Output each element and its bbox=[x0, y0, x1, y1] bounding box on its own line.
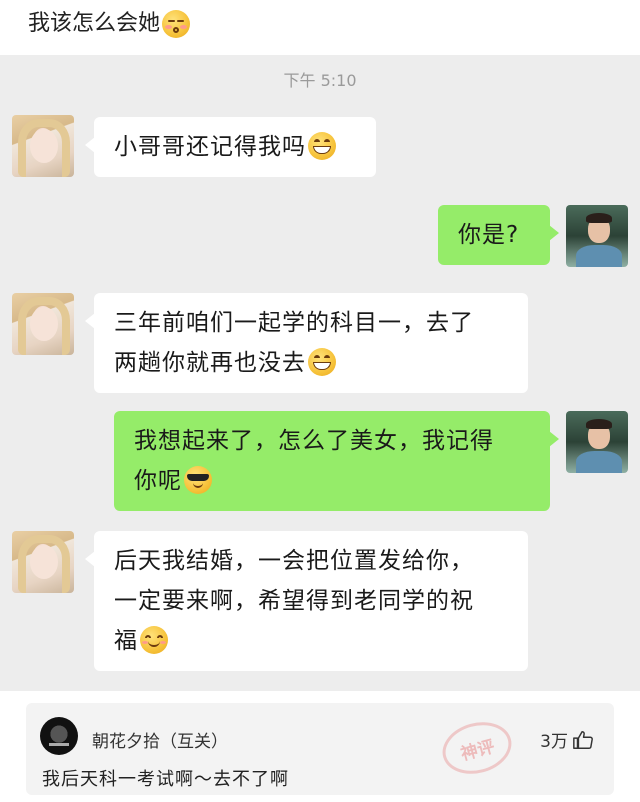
kissing-face-icon bbox=[162, 10, 191, 38]
message-text-line: 三年前咱们一起学的科目一，去了 bbox=[114, 310, 474, 336]
sunglasses-icon bbox=[184, 465, 212, 494]
grin-icon bbox=[308, 347, 336, 376]
message-text: 你是? bbox=[458, 222, 520, 248]
his-avatar[interactable] bbox=[566, 205, 628, 267]
message-bubble-left[interactable]: 小哥哥还记得我吗 bbox=[85, 117, 376, 177]
like-button[interactable]: 3万 bbox=[540, 727, 594, 752]
featured-comment-stamp: 神评 bbox=[436, 714, 518, 782]
message-text-line: 福 bbox=[114, 628, 138, 654]
her-avatar[interactable] bbox=[12, 293, 74, 355]
her-avatar[interactable] bbox=[12, 531, 74, 593]
his-avatar[interactable] bbox=[566, 411, 628, 473]
message-text-line: 两趟你就再也没去 bbox=[114, 350, 306, 376]
message-text-line: 后天我结婚，一会把位置发给你， bbox=[114, 548, 474, 574]
like-count: 3万 bbox=[540, 732, 568, 752]
message-bubble-left[interactable]: 三年前咱们一起学的科目一，去了 两趟你就再也没去 bbox=[85, 293, 528, 393]
commenter-avatar[interactable] bbox=[40, 717, 78, 755]
thumbs-up-icon bbox=[573, 730, 593, 749]
message-text-line: 你呢 bbox=[134, 468, 182, 494]
comment-text: 我后天科一考试啊～去不了啊 bbox=[42, 769, 289, 790]
message-bubble-right[interactable]: 我想起来了，怎么了美女，我记得 你呢 bbox=[114, 411, 559, 511]
message-bubble-left[interactable]: 后天我结婚，一会把位置发给你， 一定要来啊，希望得到老同学的祝 福 bbox=[85, 531, 528, 671]
top-comment[interactable]: 朝花夕拾（互关） 神评 3万 我后天科一考试啊～去不了啊 bbox=[26, 703, 614, 795]
grin-icon bbox=[308, 131, 336, 160]
smiling-face-icon bbox=[140, 625, 168, 654]
chat-timestamp: 下午 5:10 bbox=[283, 71, 357, 90]
her-avatar[interactable] bbox=[12, 115, 74, 177]
message-text: 小哥哥还记得我吗 bbox=[114, 134, 306, 160]
message-bubble-right[interactable]: 你是? bbox=[438, 205, 559, 265]
commenter-username[interactable]: 朝花夕拾（互关） bbox=[92, 727, 228, 752]
message-text-line: 我想起来了，怎么了美女，我记得 bbox=[134, 428, 494, 454]
chat-screenshot: 下午 5:10 小哥哥还记得我吗 你是? 三年前咱们一起学的科目一，去了 两趟你… bbox=[0, 55, 640, 691]
message-text-line: 一定要来啊，希望得到老同学的祝 bbox=[114, 588, 474, 614]
post-title-text: 我该怎么会她 bbox=[28, 11, 161, 36]
comment-section: 朝花夕拾（互关） 神评 3万 我后天科一考试啊～去不了啊 bbox=[0, 691, 640, 802]
post-title: 我该怎么会她 bbox=[28, 8, 191, 40]
